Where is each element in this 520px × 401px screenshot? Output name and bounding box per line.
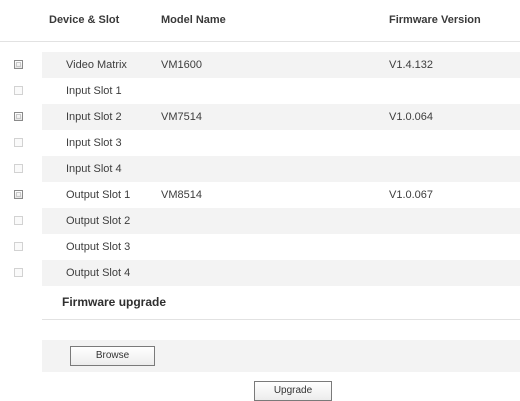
- table-row: Output Slot 4: [0, 260, 520, 286]
- device-slot-cell: Video Matrix: [66, 59, 127, 71]
- table-row: Output Slot 1 VM8514 V1.0.067: [0, 182, 520, 208]
- device-slot-cell: Input Slot 1: [66, 85, 122, 97]
- model-name-cell: VM8514: [161, 189, 202, 201]
- device-slot-cell: Input Slot 2: [66, 111, 122, 123]
- section-divider: [42, 319, 520, 320]
- device-slot-cell: Output Slot 1: [66, 189, 131, 201]
- table-row: Input Slot 3: [0, 130, 520, 156]
- row-select-checkbox[interactable]: [14, 112, 23, 121]
- browse-button[interactable]: Browse: [70, 346, 155, 366]
- table-header: Device & Slot Model Name Firmware Versio…: [0, 0, 520, 42]
- row-select-checkbox: [14, 138, 23, 147]
- column-header-firmware-version: Firmware Version: [389, 14, 481, 26]
- row-select-checkbox: [14, 216, 23, 225]
- firmware-version-cell: V1.0.064: [389, 111, 434, 123]
- row-select-checkbox: [14, 86, 23, 95]
- row-select-checkbox: [14, 268, 23, 277]
- device-slot-cell: Output Slot 3: [66, 241, 131, 253]
- column-header-device-slot: Device & Slot: [49, 14, 120, 26]
- row-select-checkbox: [14, 164, 23, 173]
- upgrade-button[interactable]: Upgrade: [254, 381, 332, 401]
- table-row: Input Slot 4: [0, 156, 520, 182]
- column-header-model-name: Model Name: [161, 14, 226, 26]
- row-select-checkbox: [14, 242, 23, 251]
- device-table: Video Matrix VM1600 V1.4.132 Input Slot …: [0, 52, 520, 286]
- row-select-checkbox[interactable]: [14, 60, 23, 69]
- row-select-checkbox[interactable]: [14, 190, 23, 199]
- firmware-version-cell: V1.4.132: [389, 59, 434, 71]
- table-row: Output Slot 2: [0, 208, 520, 234]
- device-slot-cell: Input Slot 4: [66, 163, 122, 175]
- table-row: Input Slot 2 VM7514 V1.0.064: [0, 104, 520, 130]
- model-name-cell: VM1600: [161, 59, 202, 71]
- firmware-version-cell: V1.0.067: [389, 189, 434, 201]
- table-row: Input Slot 1: [0, 78, 520, 104]
- table-row: Video Matrix VM1600 V1.4.132: [0, 52, 520, 78]
- firmware-upgrade-title: Firmware upgrade: [62, 295, 167, 309]
- model-name-cell: VM7514: [161, 111, 202, 123]
- device-slot-cell: Output Slot 4: [66, 267, 131, 279]
- table-row: Output Slot 3: [0, 234, 520, 260]
- device-slot-cell: Input Slot 3: [66, 137, 122, 149]
- device-slot-cell: Output Slot 2: [66, 215, 131, 227]
- firmware-upgrade-page: Device & Slot Model Name Firmware Versio…: [0, 0, 520, 401]
